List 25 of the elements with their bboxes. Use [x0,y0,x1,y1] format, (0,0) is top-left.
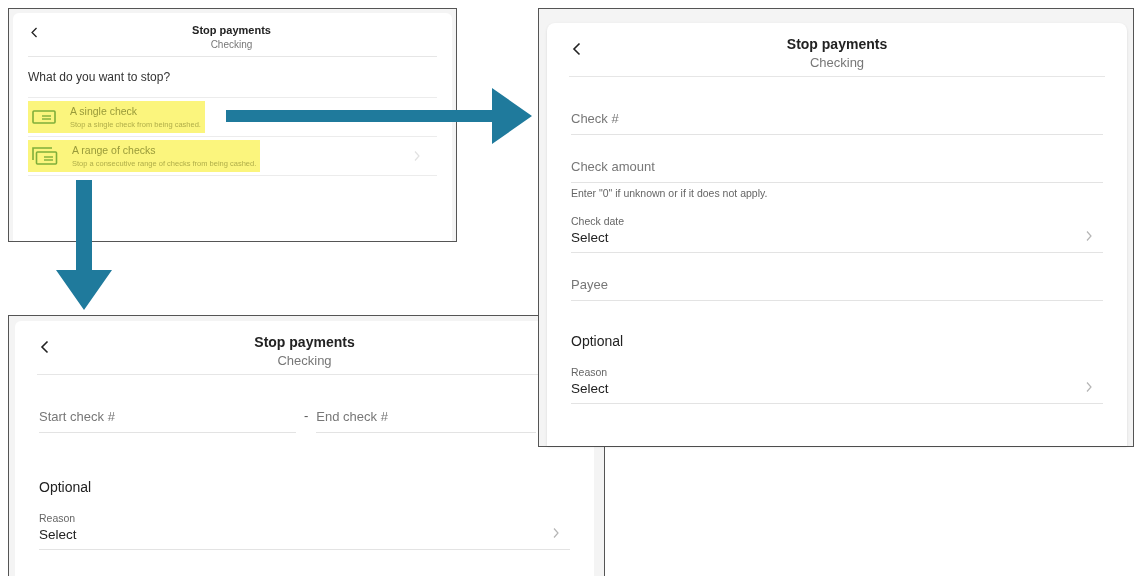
section-title: Optional [39,478,93,497]
screen-subtitle: Checking [277,352,332,370]
question-text: What do you want to stop? [28,57,437,98]
screen-title: Stop payments [254,333,355,351]
text-field[interactable]: Check # [571,87,1103,135]
screen-title: Stop payments [786,35,888,53]
select-field[interactable]: Check date Select [571,214,1103,253]
chevron-icon [552,527,560,539]
checks-icon [32,147,58,165]
text-field[interactable]: Check amount [571,135,1103,183]
end-check-field[interactable]: End check # [316,385,537,433]
select-field[interactable]: Reason Select [39,511,570,550]
select-field[interactable]: Reason Select [571,365,1103,404]
screen-subtitle: Checking [809,54,865,72]
chevron-icon [1085,230,1093,242]
range-separator: - [304,406,309,425]
section-title: Optional [571,332,625,351]
field-hint: Enter "0" if unknown or if it does not apply. [571,186,769,200]
start-check-field[interactable]: Start check # [39,385,296,433]
chevron-icon [413,150,421,162]
screen-subtitle: Checking [210,38,253,52]
screen-title: Stop payments [192,23,271,37]
chevron-icon [1085,381,1093,393]
check-icon [32,110,56,124]
text-field[interactable]: Payee [571,253,1103,301]
